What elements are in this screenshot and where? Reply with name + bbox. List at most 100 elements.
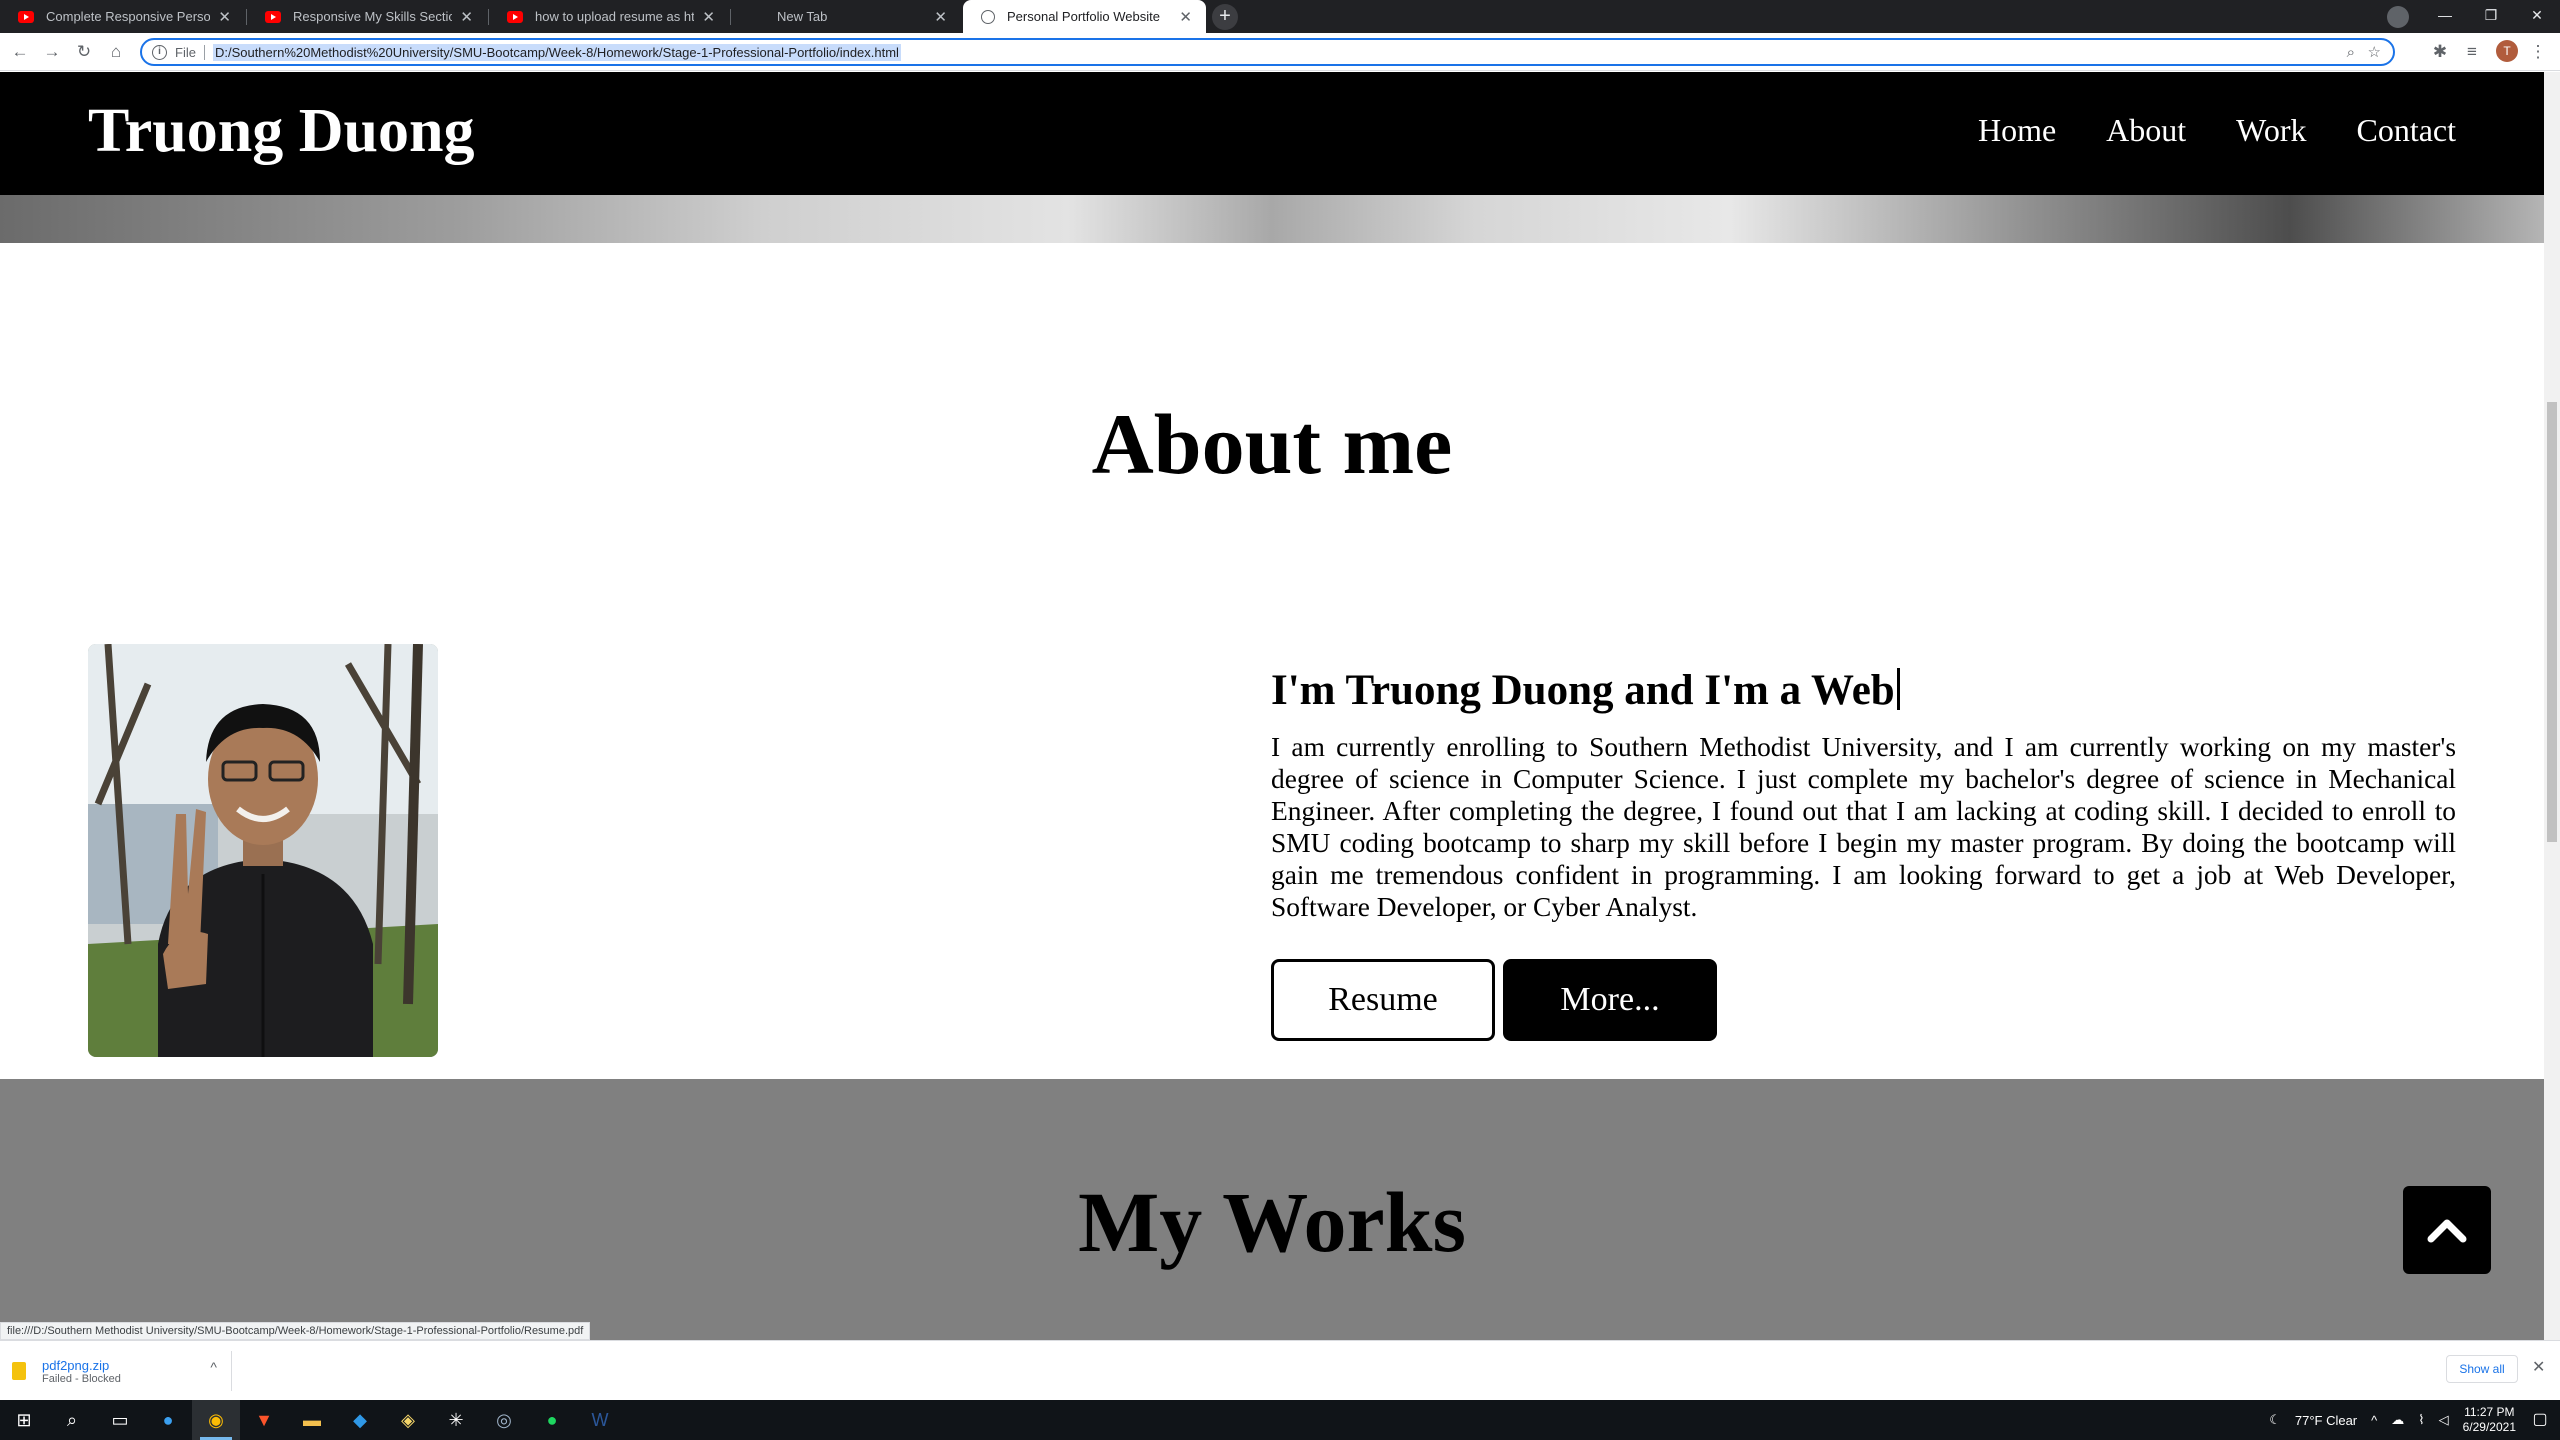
search-icon[interactable]: ⌕ [48,1400,96,1440]
close-window-button[interactable]: ✕ [2514,0,2560,33]
menu-icon[interactable]: ⋮ [2526,40,2550,64]
browser-tab[interactable]: New Tab ✕ [731,0,961,33]
resume-button[interactable]: Resume [1271,958,1495,1041]
forward-icon[interactable]: → [40,40,64,64]
typing-cursor [1896,668,1900,710]
tab-title: Responsive My Skills Section Usi [293,9,453,24]
browser-tab[interactable]: Complete Responsive Personal P ✕ [0,0,245,33]
site-brand[interactable]: Truong Duong [88,100,474,162]
youtube-icon [18,10,34,23]
about-title: About me [1091,396,1453,492]
youtube-icon [507,10,523,23]
clock-time: 11:27 PM [2464,1405,2515,1419]
show-all-downloads-button[interactable]: Show all [2446,1355,2518,1383]
extensions-icon[interactable]: ✱ [2428,40,2452,64]
browser-tab[interactable]: Responsive My Skills Section Usi ✕ [247,0,487,33]
page-viewport: Truong Duong Home About Work Contact Abo… [0,72,2544,1340]
profile-avatar[interactable]: T [2496,40,2518,62]
home-icon[interactable]: ⌂ [104,40,128,64]
profile-photo-image [88,644,438,1057]
address-bar[interactable]: i File D:/Southern%20Methodist%20Univers… [140,38,2395,66]
typing-headline: I'm Truong Duong and I'm a Web [1271,665,2456,717]
headline-text: I'm Truong Duong and I'm a Web [1271,667,1895,714]
info-icon[interactable]: i [152,44,167,60]
clock-date: 6/29/2021 [2462,1420,2516,1434]
maximize-button[interactable]: ❐ [2468,0,2514,33]
system-clock[interactable]: 11:27 PM 6/29/2021 [2463,1405,2516,1435]
windows-start-icon[interactable]: ⊞ [0,1400,48,1440]
moon-icon: ☾ [2269,1412,2281,1427]
cloud-icon[interactable]: ☁ [2391,1412,2404,1428]
bookmark-star-icon[interactable]: ☆ [2368,43,2381,61]
word-icon[interactable]: W [576,1400,624,1440]
globe-icon [981,9,995,24]
close-icon[interactable]: ✕ [460,8,473,26]
steam-icon[interactable]: ◎ [480,1400,528,1440]
back-icon[interactable]: ← [8,40,32,64]
works-section: My Works [0,1079,2544,1340]
new-tab-button[interactable]: + [1212,4,1238,30]
spotify-icon[interactable]: ● [528,1400,576,1440]
blank-page-icon [749,11,765,23]
url-text[interactable]: D:/Southern%20Methodist%20University/SMU… [212,43,901,61]
browser-tab[interactable]: how to upload resume as html ✕ [489,0,729,33]
reading-list-icon[interactable]: ≡ [2460,40,2484,64]
scheme-label: File [175,44,205,60]
nav-link-work[interactable]: Work [2236,112,2306,149]
tab-title: how to upload resume as html [535,9,695,24]
file-explorer-icon[interactable]: ▬ [288,1400,336,1440]
vscode-icon[interactable]: ◆ [336,1400,384,1440]
browser-toolbar: ← → ↻ ⌂ i File D:/Southern%20Methodist%2… [0,33,2560,71]
chevron-up-icon[interactable]: ^ [210,1359,217,1375]
chrome-icon[interactable]: ◉ [192,1400,240,1440]
nav-link-about[interactable]: About [2106,112,2186,149]
scrollbar-thumb[interactable] [2547,402,2557,842]
close-icon[interactable]: ✕ [218,8,231,26]
close-icon[interactable]: ✕ [2532,1357,2545,1377]
system-tray: ☾ 77°F Clear ^ ☁ ⌇ ◁ 11:27 PM 6/29/2021 [2269,1400,2516,1440]
reload-icon[interactable]: ↻ [72,40,96,64]
edge-icon[interactable]: ● [144,1400,192,1440]
bio-paragraph: I am currently enrolling to Southern Met… [1271,731,2456,922]
close-icon[interactable]: ✕ [702,8,715,26]
tab-title: Personal Portfolio Website [1007,9,1160,24]
nav-link-home[interactable]: Home [1978,112,2056,149]
tab-title: Complete Responsive Personal P [46,9,211,24]
close-icon[interactable]: ✕ [934,8,947,26]
works-title: My Works [1078,1174,1466,1270]
about-buttons: Resume More... [1271,958,2456,1041]
notification-icon[interactable]: ▢ [2528,1408,2552,1432]
volume-icon[interactable]: ◁ [2439,1412,2449,1428]
brave-icon[interactable]: ▼ [240,1400,288,1440]
browser-tab-active[interactable]: Personal Portfolio Website ✕ [963,0,1206,33]
youtube-icon [265,10,281,23]
task-view-icon[interactable]: ▭ [96,1400,144,1440]
chevron-up-icon[interactable]: ^ [2371,1413,2377,1428]
about-section: About me I'm Truong Duong and I'm a Web … [0,243,2544,1079]
status-bar-url: file:///D:/Southern Methodist University… [0,1322,591,1340]
about-text-block: I'm Truong Duong and I'm a Web I am curr… [1271,665,2456,1041]
nav-link-contact[interactable]: Contact [2356,112,2456,149]
page-scrollbar[interactable] [2544,72,2560,1340]
weather-text[interactable]: 77°F Clear [2295,1413,2357,1428]
profile-photo [88,644,438,1057]
hero-image-strip [0,195,2544,243]
zip-file-icon [12,1362,26,1380]
slack-icon[interactable]: ✳ [432,1400,480,1440]
download-item[interactable]: pdf2png.zip Failed - Blocked ^ [12,1351,232,1391]
download-filename: pdf2png.zip [42,1357,110,1373]
download-status: Failed - Blocked [42,1372,121,1385]
windows-taskbar: ⊞ ⌕ ▭ ● ◉ ▼ ▬ ◆ ◈ ✳ ◎ ● W ☾ 77°F Clear ^… [0,1400,2560,1440]
chevron-up-icon [2427,1219,2467,1243]
network-icon[interactable]: ⌇ [2418,1412,2424,1428]
more-button[interactable]: More... [1503,958,1717,1041]
close-icon[interactable]: ✕ [1179,8,1192,26]
tab-title: New Tab [777,9,828,24]
download-bar: pdf2png.zip Failed - Blocked ^ Show all … [0,1340,2560,1400]
back-to-top-button[interactable] [2403,1186,2491,1274]
browser-tab-strip: Complete Responsive Personal P ✕ Respons… [0,0,2560,33]
minimize-button[interactable]: — [2422,0,2468,33]
git-icon[interactable]: ◈ [384,1400,432,1440]
tab-search-icon[interactable] [2387,6,2409,28]
zoom-icon[interactable]: ⌕ [2347,44,2355,61]
